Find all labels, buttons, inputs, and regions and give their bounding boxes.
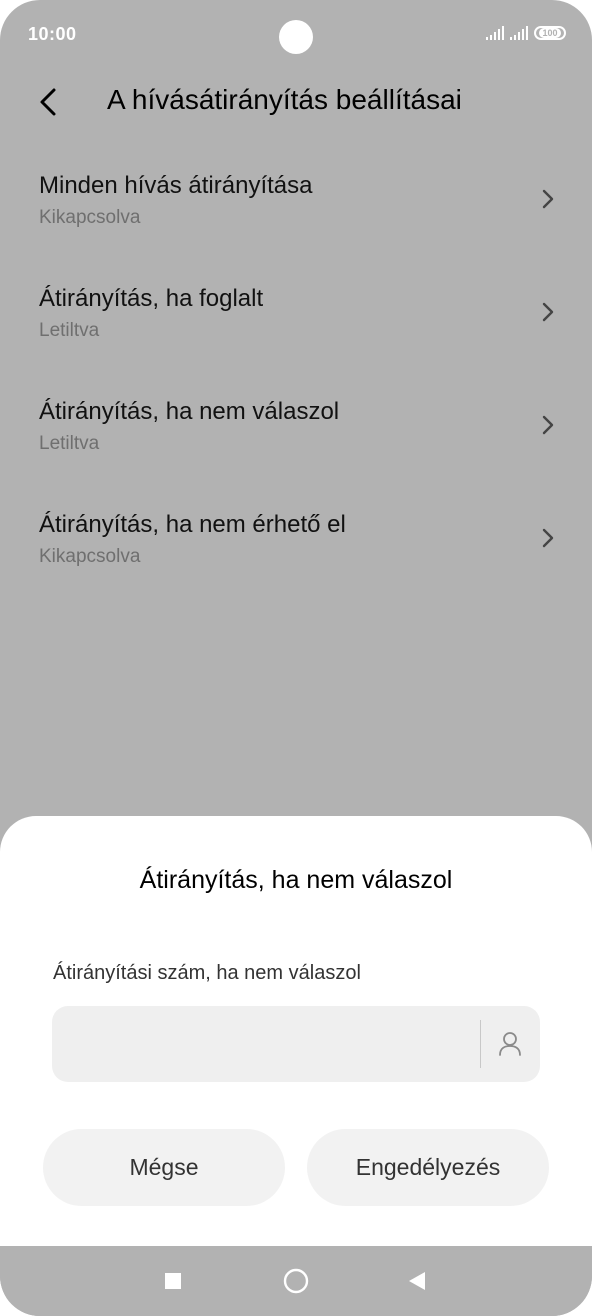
number-input-container bbox=[52, 1006, 540, 1082]
signal-icon bbox=[510, 26, 528, 40]
contact-person-icon bbox=[499, 1032, 521, 1056]
nav-recents-icon[interactable] bbox=[165, 1273, 181, 1289]
chevron-right-icon bbox=[542, 302, 554, 322]
list-item-status: Letiltva bbox=[39, 320, 100, 341]
contact-picker-button[interactable] bbox=[494, 1028, 526, 1060]
input-divider bbox=[480, 1020, 481, 1068]
nav-home-icon[interactable] bbox=[283, 1268, 309, 1294]
list-item-no-answer[interactable]: Átirányítás, ha nem válaszol Letiltva bbox=[0, 386, 592, 499]
navigation-bar bbox=[0, 1246, 592, 1316]
signal-icon bbox=[486, 26, 504, 40]
list-item-status: Kikapcsolva bbox=[39, 546, 141, 567]
battery-level: 100 bbox=[539, 28, 561, 38]
list-item-title: Átirányítás, ha nem válaszol bbox=[39, 398, 340, 425]
list-item-unreachable[interactable]: Átirányítás, ha nem érhető el Kikapcsolv… bbox=[0, 499, 592, 612]
page-title: A hívásátirányítás beállításai bbox=[107, 84, 462, 115]
chevron-right-icon bbox=[542, 415, 554, 435]
forwarding-number-input[interactable] bbox=[52, 1006, 472, 1082]
phone-screen: 10:00 100 A hívásátirányítás beállításai… bbox=[0, 0, 592, 1316]
status-icons: 100 bbox=[486, 26, 566, 40]
status-bar: 10:00 100 bbox=[0, 0, 592, 70]
list-item-title: Minden hívás átirányítása bbox=[39, 172, 313, 199]
list-item-title: Átirányítás, ha nem érhető el bbox=[39, 511, 346, 538]
nav-back-icon[interactable] bbox=[408, 1271, 426, 1291]
list-item-status: Letiltva bbox=[39, 433, 100, 454]
chevron-right-icon bbox=[542, 528, 554, 548]
dialog-title: Átirányítás, ha nem válaszol bbox=[139, 866, 453, 894]
camera-cutout bbox=[279, 20, 313, 54]
forwarding-dialog: Átirányítás, ha nem válaszol Átirányítás… bbox=[0, 816, 592, 1246]
battery-icon: 100 bbox=[534, 26, 566, 40]
field-label: Átirányítási szám, ha nem válaszol bbox=[53, 962, 361, 984]
header: A hívásátirányítás beállításai bbox=[0, 70, 592, 130]
list-item-status: Kikapcsolva bbox=[39, 207, 141, 228]
enable-button[interactable]: Engedélyezés bbox=[307, 1129, 549, 1206]
back-arrow-icon bbox=[40, 88, 56, 116]
list-item-title: Átirányítás, ha foglalt bbox=[39, 285, 264, 312]
forwarding-options-list: Minden hívás átirányítása Kikapcsolva Át… bbox=[0, 160, 592, 612]
back-button[interactable] bbox=[30, 82, 70, 122]
chevron-right-icon bbox=[542, 189, 554, 209]
list-item-all-calls[interactable]: Minden hívás átirányítása Kikapcsolva bbox=[0, 160, 592, 273]
cancel-button[interactable]: Mégse bbox=[43, 1129, 285, 1206]
list-item-busy[interactable]: Átirányítás, ha foglalt Letiltva bbox=[0, 273, 592, 386]
status-time: 10:00 bbox=[28, 24, 77, 44]
